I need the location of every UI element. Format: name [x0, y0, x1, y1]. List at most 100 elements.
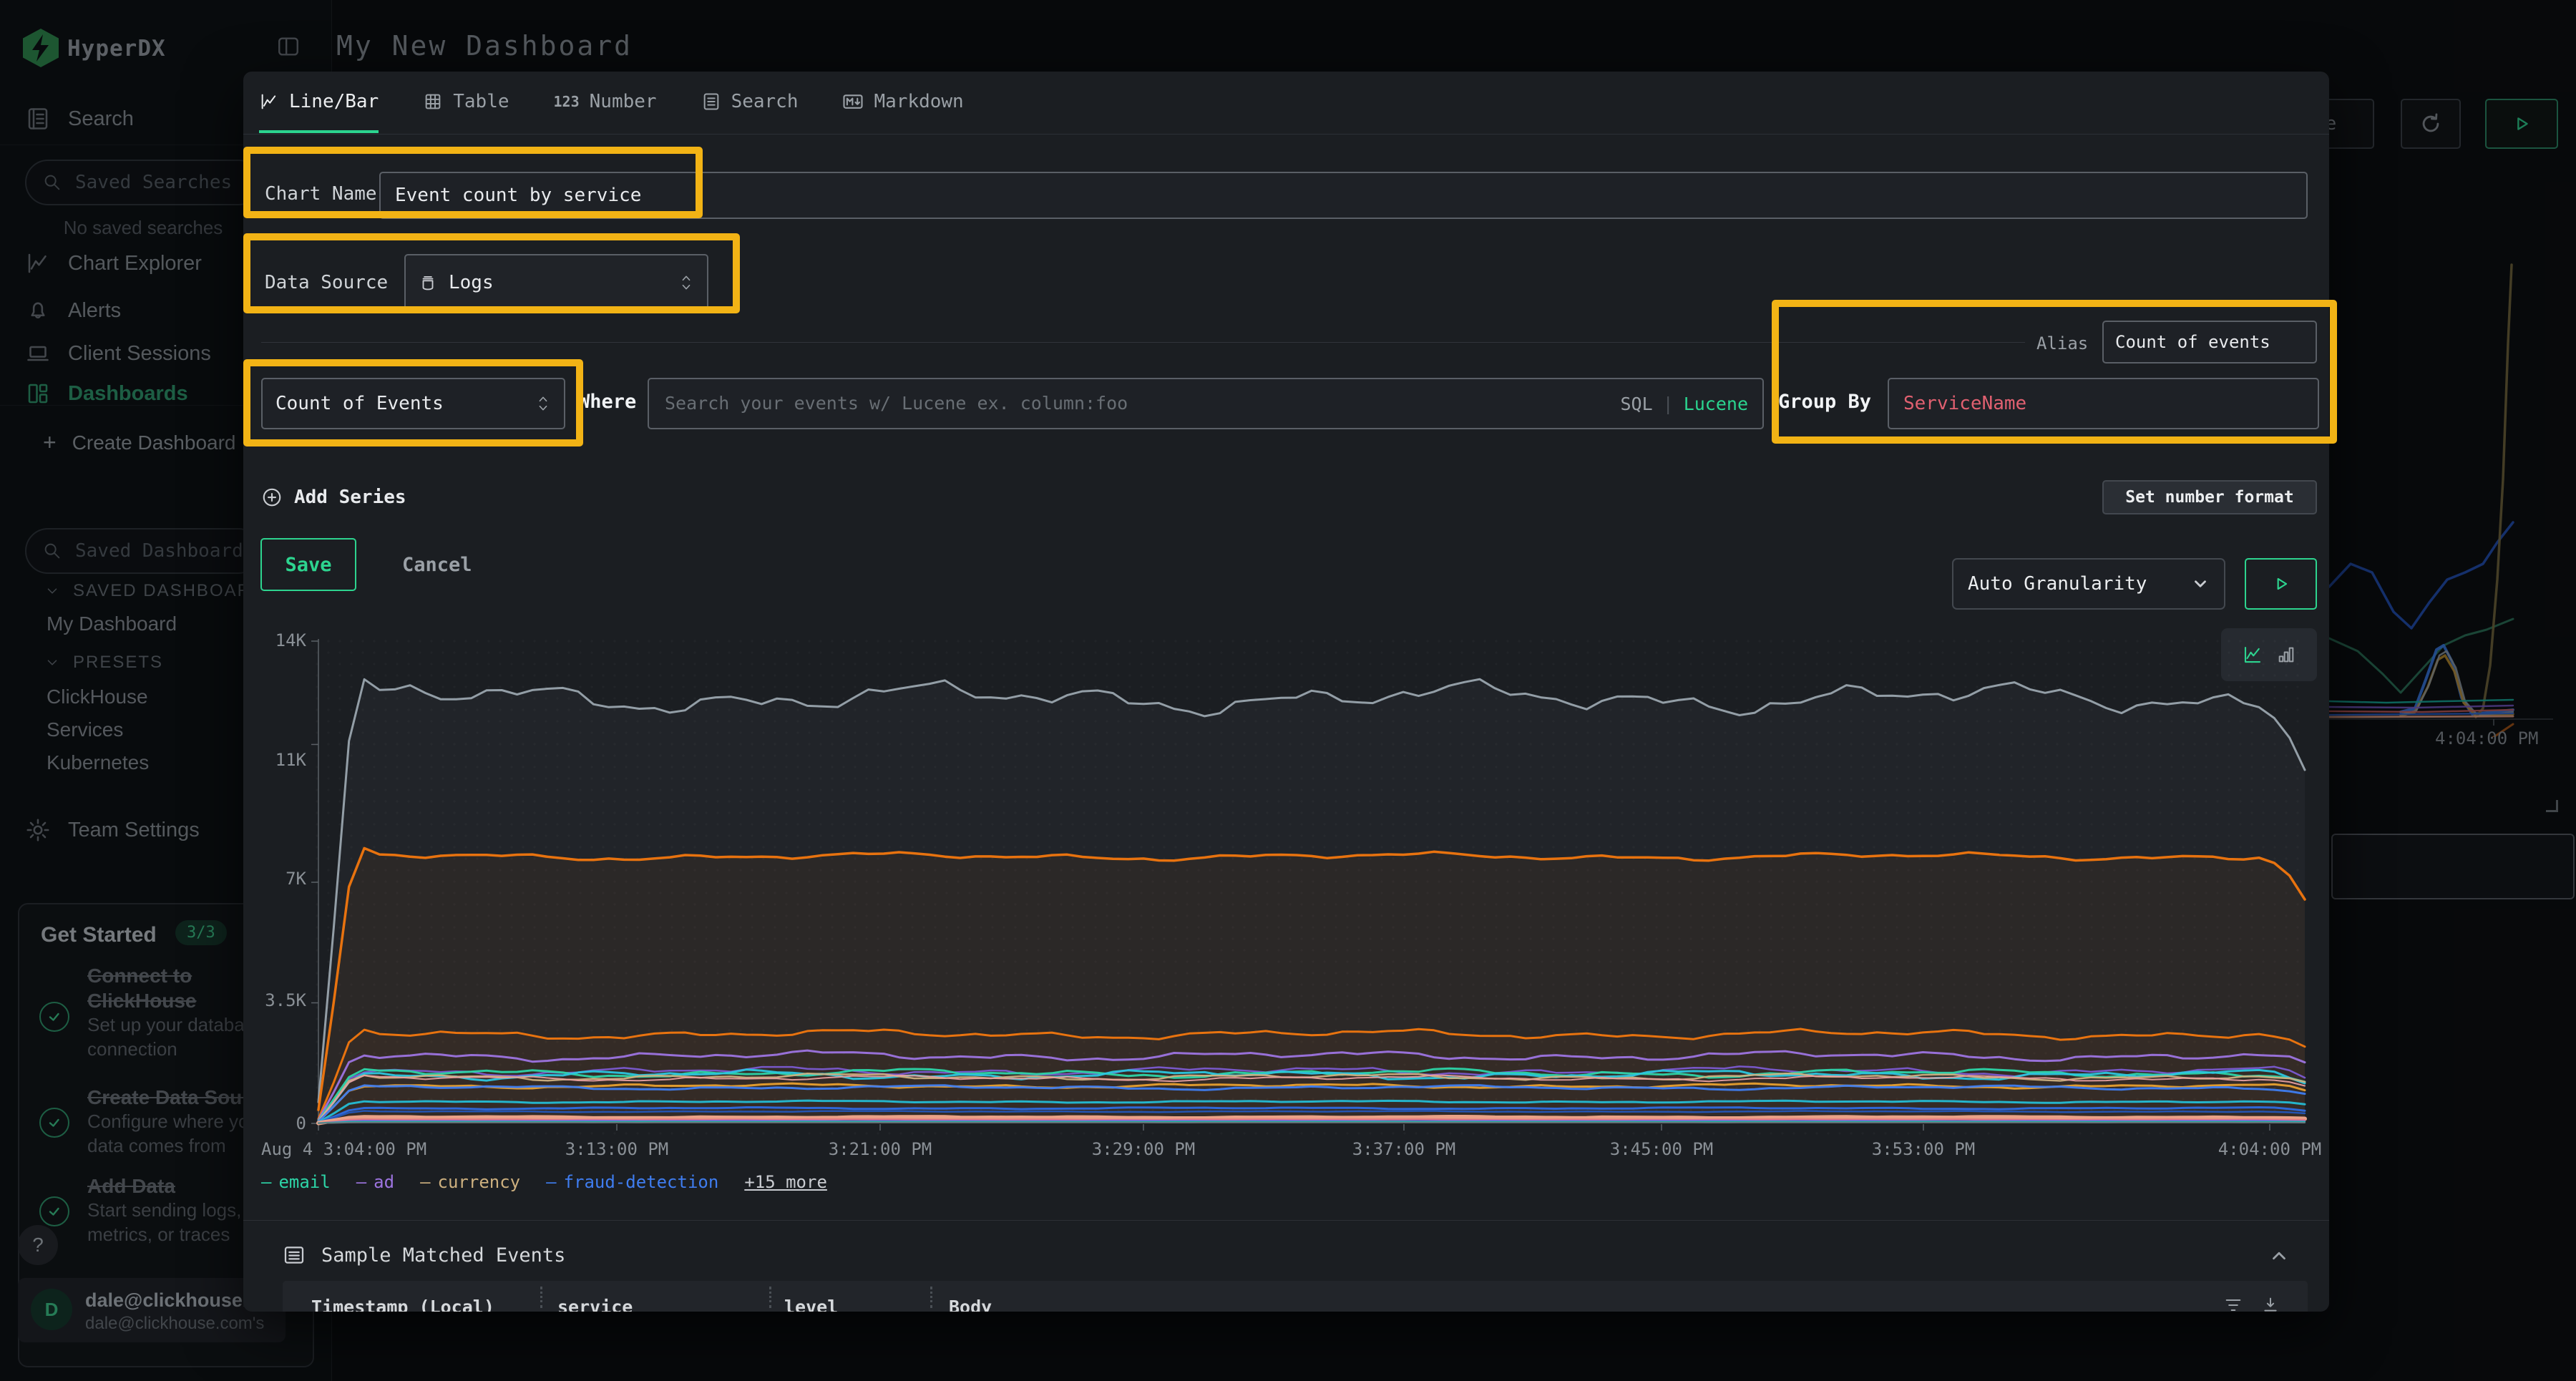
chart-name-label: Chart Name	[265, 183, 377, 205]
background-chart: 4:04:00 PM	[2329, 236, 2576, 780]
granularity-select[interactable]: Auto Granularity	[1952, 558, 2225, 610]
sidebar-item-search[interactable]: Search	[25, 106, 134, 132]
column-header-level[interactable]: level	[784, 1297, 838, 1312]
check-icon	[39, 1196, 69, 1226]
saved-dashboards-field[interactable]	[74, 540, 244, 562]
create-dashboard-button[interactable]: + Create Dashboard	[43, 429, 236, 456]
refresh-button[interactable]	[2401, 99, 2461, 149]
no-saved-searches-text: No saved searches	[25, 217, 261, 239]
chevron-down-icon	[44, 655, 60, 670]
y-axis-label: 0	[255, 1113, 306, 1133]
sidebar-item-my-dashboard[interactable]: My Dashboard	[47, 613, 177, 635]
sidebar-collapse-icon[interactable]	[276, 34, 301, 59]
group-by-input[interactable]	[1888, 378, 2319, 429]
search-icon	[42, 172, 62, 192]
where-search-input[interactable]: SQL | Lucene	[648, 378, 1764, 429]
saved-searches-input[interactable]	[25, 160, 261, 205]
chart-name-field[interactable]	[394, 184, 2293, 207]
tab-line-bar[interactable]: Line/Bar	[259, 73, 379, 133]
sample-events-header[interactable]: Sample Matched Events	[283, 1244, 565, 1267]
sidebar-item-client-sessions[interactable]: Client Sessions	[25, 341, 211, 366]
where-label: Where	[578, 391, 636, 413]
alias-input[interactable]	[2102, 321, 2317, 363]
sidebar-item-services[interactable]: Services	[47, 718, 123, 741]
x-axis-label: 3:45:00 PM	[1610, 1139, 1714, 1159]
saved-searches-field[interactable]	[74, 171, 244, 194]
get-started-title: Get Started	[41, 923, 157, 947]
sidebar-item-label: Chart Explorer	[68, 252, 202, 275]
save-button[interactable]: Save	[260, 538, 356, 591]
sidebar-item-label: Search	[68, 107, 134, 131]
chart-legend: — email — ad — currency — fraud-detectio…	[261, 1172, 827, 1192]
x-axis-label: 3:21:00 PM	[829, 1139, 932, 1159]
main-chart[interactable]	[311, 635, 2308, 1136]
dashboard-play-button[interactable]	[2485, 99, 2558, 149]
sidebar-item-kubernetes[interactable]: Kubernetes	[47, 751, 149, 774]
sidebar-item-label: Client Sessions	[68, 342, 211, 366]
tab-label: Markdown	[874, 91, 963, 112]
legend-item-ad[interactable]: — ad	[356, 1172, 394, 1192]
tab-number[interactable]: 123 Number	[554, 73, 657, 133]
column-header-body[interactable]: Body	[949, 1297, 992, 1312]
tab-markdown[interactable]: Markdown	[842, 73, 963, 133]
add-series-button[interactable]: Add Series	[261, 487, 406, 508]
section-divider	[243, 1220, 2329, 1221]
legend-more-link[interactable]: +15 more	[744, 1172, 827, 1192]
set-number-format-button[interactable]: Set number format	[2102, 480, 2317, 514]
download-icon[interactable]	[2260, 1295, 2280, 1312]
x-axis-label: 3:37:00 PM	[1352, 1139, 1456, 1159]
screen: HyperDX Search No saved searches Chart E…	[0, 0, 2576, 1381]
legend-dash: —	[420, 1172, 430, 1192]
collapse-chevron-icon[interactable]	[2268, 1245, 2290, 1267]
legend-label: +15 more	[744, 1172, 827, 1192]
sidebar-item-team-settings[interactable]: Team Settings	[25, 817, 200, 843]
column-header-timestamp[interactable]: Timestamp (Local)	[311, 1297, 494, 1312]
lucene-toggle[interactable]: Lucene	[1684, 394, 1748, 414]
check-icon	[39, 1002, 69, 1032]
help-button[interactable]: ?	[18, 1225, 58, 1265]
search-doc-icon	[701, 92, 721, 112]
legend-label: ad	[374, 1172, 394, 1192]
run-query-button[interactable]	[2245, 558, 2317, 610]
x-axis-label: 4:04:00 PM	[2218, 1139, 2322, 1159]
sql-toggle[interactable]: SQL	[1620, 394, 1652, 414]
aggregation-value: Count of Events	[275, 393, 524, 414]
group-by-field[interactable]	[1902, 392, 2305, 415]
sidebar-item-dashboards[interactable]: Dashboards	[25, 381, 188, 406]
y-axis-label: 7K	[255, 869, 306, 889]
y-axis-label: 14K	[255, 630, 306, 650]
sidebar-item-alerts[interactable]: Alerts	[25, 298, 121, 323]
events-table-header: Timestamp (Local) service level Body	[283, 1281, 2308, 1312]
list-icon	[283, 1244, 306, 1267]
tab-search[interactable]: Search	[701, 73, 799, 133]
team-settings-label: Team Settings	[68, 819, 200, 842]
sidebar-item-clickhouse[interactable]: ClickHouse	[47, 685, 148, 708]
sidebar-item-chart-explorer[interactable]: Chart Explorer	[25, 250, 202, 276]
group-by-label: Group By	[1778, 391, 1871, 413]
circle-plus-icon	[261, 487, 283, 508]
resize-corner-icon[interactable]	[2546, 800, 2558, 812]
tab-table[interactable]: Table	[423, 73, 509, 133]
chart-editor-modal: Line/Bar Table 123 Number Search Markdow…	[243, 72, 2329, 1312]
check-icon	[39, 1108, 69, 1138]
alias-label: Alias	[2036, 333, 2088, 353]
data-source-select[interactable]: Logs	[404, 254, 708, 311]
column-header-service[interactable]: service	[557, 1297, 633, 1312]
aggregation-select[interactable]: Count of Events	[261, 378, 565, 429]
tab-label: Search	[731, 91, 799, 112]
search-icon	[42, 541, 62, 561]
legend-item-currency[interactable]: — currency	[420, 1172, 520, 1192]
legend-item-email[interactable]: — email	[261, 1172, 331, 1192]
saved-dashboards-input[interactable]	[25, 528, 261, 574]
chart-name-input[interactable]	[379, 172, 2308, 219]
filter-icon[interactable]	[2223, 1295, 2243, 1312]
cancel-button[interactable]: Cancel	[402, 554, 472, 576]
legend-dash: —	[546, 1172, 556, 1192]
presets-group[interactable]: PRESETS	[44, 653, 163, 673]
create-dashboard-label: Create Dashboard	[72, 431, 236, 454]
background-input[interactable]	[2331, 834, 2575, 899]
group-label: PRESETS	[73, 653, 163, 673]
alias-field[interactable]	[2114, 331, 2306, 353]
where-search-field[interactable]	[663, 392, 1610, 415]
legend-item-fraud-detection[interactable]: — fraud-detection	[546, 1172, 718, 1192]
